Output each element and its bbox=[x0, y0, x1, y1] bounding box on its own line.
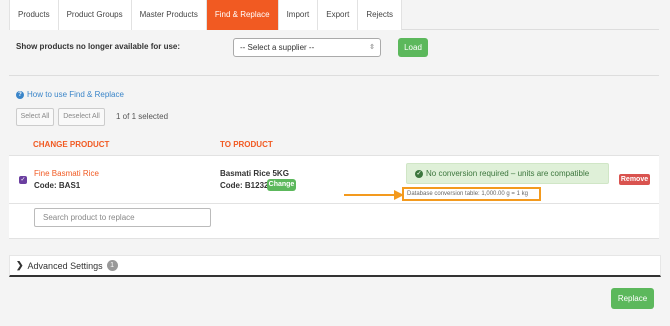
conversion-message: No conversion required – units are compa… bbox=[426, 169, 590, 178]
supplier-select-value: -- Select a supplier -- bbox=[240, 43, 315, 52]
selection-count: 1 of 1 selected bbox=[116, 112, 169, 121]
section-divider bbox=[9, 75, 659, 76]
change-button[interactable]: Change bbox=[267, 179, 296, 191]
column-header-to-product: TO PRODUCT bbox=[220, 140, 273, 149]
supplier-label: Show products no longer available for us… bbox=[16, 42, 181, 51]
to-product-code: Code: B1232 bbox=[220, 181, 269, 190]
advanced-settings-count-badge: 1 bbox=[106, 260, 118, 271]
check-circle-icon: ✓ bbox=[415, 169, 423, 178]
advanced-settings-toggle[interactable]: ❯ Advanced Settings 1 bbox=[9, 255, 661, 277]
replace-button[interactable]: Replace bbox=[611, 288, 654, 309]
select-arrows-icon: ⇳ bbox=[369, 44, 375, 51]
load-button[interactable]: Load bbox=[398, 38, 428, 57]
from-product-code: Code: BAS1 bbox=[34, 181, 81, 190]
column-header-change-product: CHANGE PRODUCT bbox=[33, 140, 110, 149]
from-product-name[interactable]: Fine Basmati Rice bbox=[34, 169, 99, 178]
help-link-text: How to use Find & Replace bbox=[27, 90, 124, 99]
advanced-settings-label: Advanced Settings bbox=[27, 260, 103, 271]
tab-find-replace[interactable]: Find & Replace bbox=[206, 0, 279, 30]
tab-export[interactable]: Export bbox=[318, 0, 359, 30]
select-all-button[interactable]: Select All bbox=[16, 108, 54, 126]
nav-tabs: Products Product Groups Master Products … bbox=[9, 0, 659, 30]
supplier-select[interactable]: -- Select a supplier -- ⇳ bbox=[233, 38, 381, 57]
tab-master-products[interactable]: Master Products bbox=[131, 0, 207, 30]
question-circle-icon: ? bbox=[16, 90, 24, 99]
tab-product-groups[interactable]: Product Groups bbox=[58, 0, 132, 30]
database-conversion-note: Database conversion table: 1,000.00 g = … bbox=[402, 187, 541, 201]
help-link[interactable]: ? How to use Find & Replace bbox=[16, 90, 124, 99]
remove-button[interactable]: Remove bbox=[619, 174, 650, 185]
annotation-arrow-icon bbox=[344, 190, 404, 200]
row-checkbox[interactable]: ✓ bbox=[19, 176, 27, 184]
tab-products[interactable]: Products bbox=[9, 0, 59, 30]
search-product-input[interactable]: Search product to replace bbox=[34, 208, 211, 227]
conversion-status-alert: ✓ No conversion required – units are com… bbox=[406, 163, 609, 184]
deselect-all-button[interactable]: Deselect All bbox=[58, 108, 105, 126]
to-product-name: Basmati Rice 5KG bbox=[220, 169, 289, 178]
chevron-right-icon: ❯ bbox=[16, 260, 24, 270]
tab-rejects[interactable]: Rejects bbox=[358, 0, 403, 30]
tab-import[interactable]: Import bbox=[278, 0, 319, 30]
